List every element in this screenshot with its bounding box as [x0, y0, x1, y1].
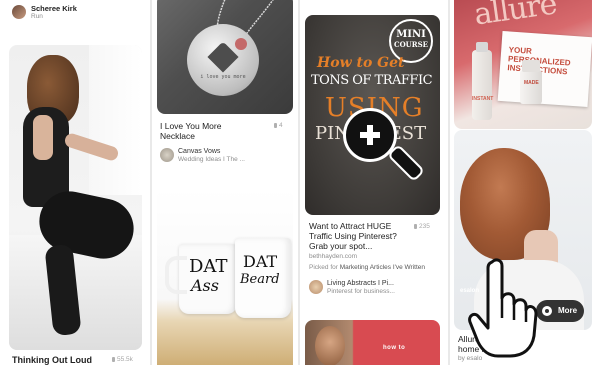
picked-prefix: Picked for	[309, 264, 338, 271]
pin-image-mugs[interactable]: DAT Ass DAT Beard	[157, 188, 293, 365]
mug-right-text-top: DAT	[243, 252, 278, 271]
pin-image-traffic[interactable]: MINI COURSE How to Get TONS OF TRAFFIC U…	[305, 15, 440, 215]
mug-right-text-bottom: Beard	[240, 272, 280, 287]
source-board[interactable]: Pinterest for business...	[327, 288, 395, 296]
pin-title-line2[interactable]: Traffic Using Pinterest?	[309, 231, 397, 242]
more-label: More	[558, 306, 578, 315]
woman-back-skin	[33, 115, 53, 160]
source-avatar[interactable]	[160, 148, 174, 162]
pin-image-woman[interactable]	[9, 45, 142, 350]
allure-brand: allure	[471, 0, 559, 33]
pin-image-next[interactable]: how to	[305, 320, 440, 365]
pin-title-line2[interactable]: Necklace	[160, 131, 195, 142]
badge-line1: MINI	[396, 29, 426, 40]
pin-column-2: i love you more I Love You More Necklace…	[152, 0, 298, 365]
repin-count: 4	[274, 122, 283, 129]
mug-left-text-top: DAT	[189, 256, 228, 277]
pin-title-line1[interactable]: Want to Attract HUGE	[309, 221, 391, 232]
window-light	[89, 45, 142, 195]
badge-line2: COURSE	[394, 40, 428, 49]
next-image-label: how to	[383, 345, 406, 351]
bottle-left	[472, 50, 492, 120]
pin-image-allure[interactable]: allure YOUR PERSONALIZED INSTRUCTIONS IN…	[454, 0, 592, 129]
pin-icon	[414, 223, 417, 229]
repin-count: 235	[414, 223, 430, 230]
next-woman-face	[315, 326, 345, 365]
magnifier-handle	[386, 143, 426, 183]
hand-pointer-cursor-icon	[468, 258, 538, 358]
necklace-charm	[235, 38, 247, 50]
bottle-label: INSTANT	[472, 96, 494, 102]
pin-icon	[274, 122, 277, 128]
jar	[520, 70, 542, 104]
pin-column-1: Scheree Kirk Run Thinking Out Loud 55.5k	[0, 0, 150, 365]
headline-line1: How to Get	[317, 55, 405, 71]
repin-value: 235	[419, 223, 430, 230]
repin-value: 4	[279, 122, 283, 129]
pin-domain[interactable]: bethhayden.com	[309, 253, 357, 261]
more-button[interactable]: More	[536, 300, 584, 322]
pin-title-line1[interactable]: I Love You More	[160, 121, 221, 132]
picked-board[interactable]: Marketing Articles I've Written	[340, 264, 425, 271]
mug-left-text-bottom: Ass	[191, 276, 219, 295]
pin-title-line3[interactable]: Grab your spot...	[309, 241, 372, 252]
bottle-left-cap	[476, 42, 488, 52]
source-board[interactable]: Wedding Ideas I The ...	[178, 156, 245, 164]
mug-left-handle	[165, 256, 187, 294]
jar-cap	[522, 60, 540, 72]
source-avatar[interactable]	[309, 280, 323, 294]
pin-column-3: MINI COURSE How to Get TONS OF TRAFFIC U…	[300, 0, 448, 365]
more-icon-dot	[545, 309, 549, 313]
repin-count: 55.5k	[112, 356, 133, 363]
magnifier-plus-v	[367, 125, 373, 145]
pinner-avatar[interactable]	[12, 5, 26, 19]
jar-label: MADE	[524, 80, 539, 86]
pin-title[interactable]: Thinking Out Loud	[12, 355, 92, 365]
pin-image-necklace[interactable]: i love you more	[157, 0, 293, 114]
repin-value: 55.5k	[117, 356, 133, 363]
picked-for: Picked for Marketing Articles I've Writt…	[309, 264, 425, 272]
necklace-engraving: i love you more	[200, 74, 246, 80]
pinner-board[interactable]: Run	[31, 13, 43, 21]
headline-line2: TONS OF TRAFFIC	[311, 73, 433, 88]
pin-icon	[112, 356, 115, 362]
